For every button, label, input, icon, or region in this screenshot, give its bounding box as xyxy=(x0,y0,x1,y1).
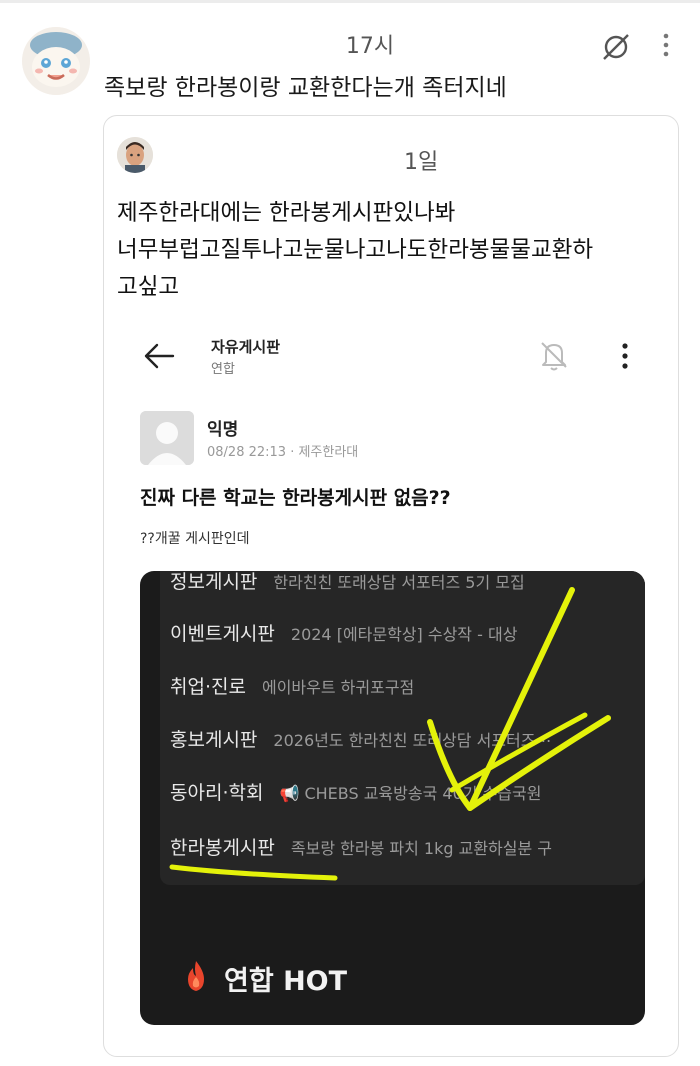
quoted-post-card[interactable]: 1일 제주한라대에는 한라봉게시판있나봐 너무부럽고질투나고눈물나고나도한라봉물… xyxy=(103,115,679,1057)
quoted-line: 제주한라대에는 한라봉게시판있나봐 xyxy=(117,200,456,226)
board-subtitle: 연합 xyxy=(211,362,235,377)
quoted-post-time: 1일 xyxy=(404,150,439,175)
board-preview: 족보랑 한라봉 파치 1kg 교환하실분 구 xyxy=(290,839,553,858)
more-vertical-icon xyxy=(621,342,629,370)
board-name: 동아리·학회 xyxy=(170,782,264,804)
board-name: 한라봉게시판 xyxy=(170,837,275,859)
board-list-screenshot: 정보게시판 한라친친 또래상담 서포터즈 5기 모집 이벤트게시판 2024 [에타… xyxy=(140,571,645,1025)
embedded-post-body: ??개꿀 게시판인데 xyxy=(140,531,250,547)
board-name: 홍보게시판 xyxy=(170,729,258,751)
board-name: 취업·진로 xyxy=(170,676,246,698)
embedded-screenshot[interactable]: 자유게시판 연합 익명 08/28 22:13 · 제주한라대 진짜 다른 학교… xyxy=(129,316,649,1031)
board-row: 동아리·학회 📢 CHEBS 교육방송국 40기 수습국원 xyxy=(170,778,541,808)
board-preview: 한라친친 또래상담 서포터즈 5기 모집 xyxy=(273,573,525,592)
board-preview: 📢 CHEBS 교육방송국 40기 수습국원 xyxy=(279,784,542,803)
embedded-post-title: 진짜 다른 학교는 한라봉게시판 없음?? xyxy=(140,487,451,509)
top-divider xyxy=(0,0,700,3)
board-row: 정보게시판 한라친친 또래상담 서포터즈 5기 모집 xyxy=(170,571,525,597)
board-row: 한라봉게시판 족보랑 한라봉 파치 1kg 교환하실분 구 xyxy=(170,833,552,863)
flame-icon xyxy=(182,959,210,993)
anonymous-avatar xyxy=(140,411,194,465)
more-vertical-icon[interactable] xyxy=(660,32,672,58)
board-preview: 2024 [에타문학상] 수상작 - 대상 xyxy=(290,625,518,644)
board-row: 홍보게시판 2026년도 한라친친 또래상담 서포터즈⋯ xyxy=(170,725,551,755)
board-name: 이벤트게시판 xyxy=(170,623,275,645)
back-arrow-icon xyxy=(143,343,175,369)
hidden-icon[interactable] xyxy=(598,29,634,65)
board-row: 취업·진로 에이바우트 하귀포구점 xyxy=(170,672,414,702)
board-preview: 2026년도 한라친친 또래상담 서포터즈⋯ xyxy=(273,731,552,750)
bell-off-icon xyxy=(537,338,571,372)
author-name: 익명 xyxy=(207,420,239,440)
hot-label: 연합 HOT xyxy=(224,966,348,997)
quoted-avatar xyxy=(117,137,153,173)
board-name: 정보게시판 xyxy=(170,571,258,593)
post-time: 17시 xyxy=(345,34,395,59)
board-title: 자유게시판 xyxy=(211,338,281,356)
quoted-post-text: 제주한라대에는 한라봉게시판있나봐 너무부럽고질투나고눈물나고나도한라봉물물교환… xyxy=(117,195,677,306)
board-preview: 에이바우트 하귀포구점 xyxy=(261,678,415,697)
quoted-line: 고싶고 xyxy=(117,274,180,300)
post-text: 족보랑 한라봉이랑 교환한다는개 족터지네 xyxy=(104,75,507,101)
avatar[interactable] xyxy=(22,27,90,95)
quoted-line: 너무부럽고질투나고눈물나고나도한라봉물물교환하 xyxy=(117,237,594,263)
board-row: 이벤트게시판 2024 [에타문학상] 수상작 - 대상 xyxy=(170,619,517,649)
post-meta: 08/28 22:13 · 제주한라대 xyxy=(207,445,359,460)
